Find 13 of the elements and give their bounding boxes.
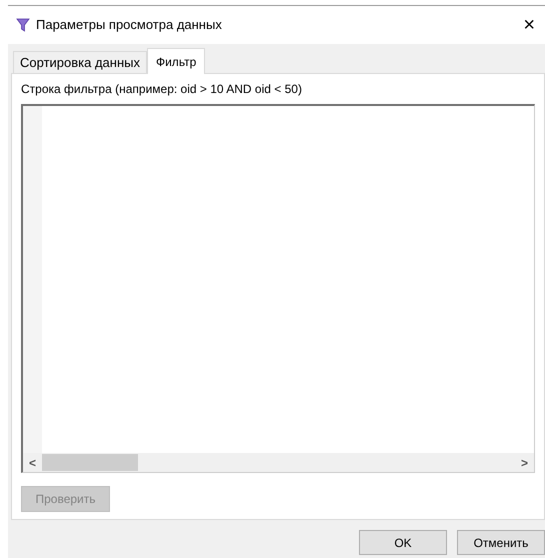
tab[interactable]: Сортировка данных [13,51,147,73]
scrollbar-thumb[interactable] [42,454,138,471]
close-button[interactable]: × [523,15,535,35]
horizontal-scrollbar[interactable]: < > [23,453,534,472]
dialog-button[interactable]: OK [359,530,447,555]
filter-editor[interactable]: < > [21,104,535,473]
tab[interactable]: Фильтр [146,48,206,74]
window-title: Параметры просмотра данных [36,16,222,34]
scroll-left-button[interactable]: < [23,454,42,472]
filter-label: Строка фильтра (например: oid > 10 AND oid < 50) [21,81,303,98]
scroll-right-button[interactable]: > [515,454,534,472]
dialog-button[interactable]: Отменить [457,530,545,555]
funnel-icon [16,18,30,32]
